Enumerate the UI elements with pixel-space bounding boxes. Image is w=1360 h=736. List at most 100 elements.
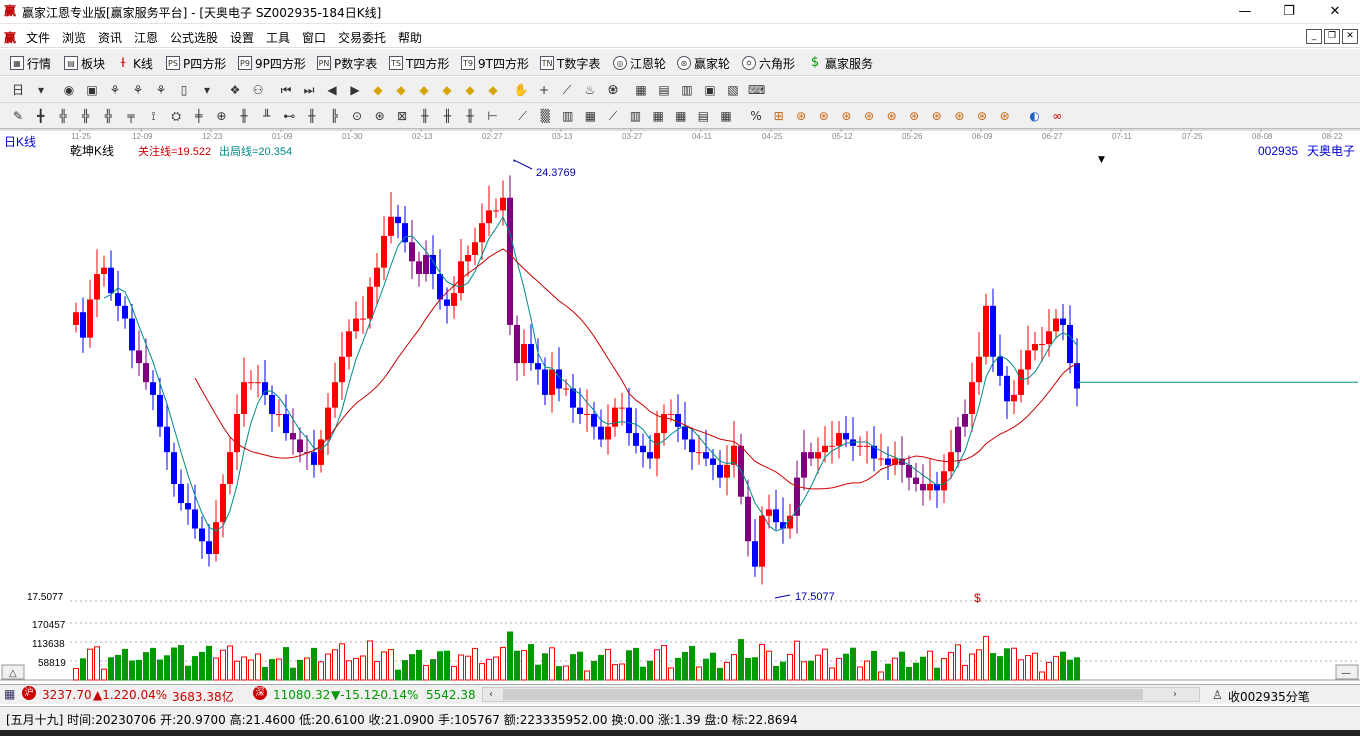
keyboard-icon[interactable]: ⌨ <box>748 82 765 98</box>
draw-tool-icon[interactable]: ⊛ <box>816 108 832 124</box>
draw-tool-icon[interactable]: % <box>748 108 764 124</box>
draw-tool-icon[interactable]: ╋ <box>33 108 49 124</box>
doc-icon[interactable]: ▣ <box>84 82 100 98</box>
kline-chart[interactable]: 11-25 12-09 12-23 01-09 01-30 02-13 02-27 03-13… <box>0 129 1360 682</box>
diamond-icon[interactable]: ◆ <box>370 82 386 98</box>
tick-detail-label[interactable]: 收002935分笔 <box>1228 688 1310 705</box>
chart-marker-icon[interactable]: ▼ <box>1098 155 1105 165</box>
gift-icon[interactable]: ♨ <box>582 82 598 98</box>
menu-news[interactable]: 资讯 <box>98 29 122 46</box>
toolbar-sector-button[interactable]: ▤ 板块 <box>64 54 105 72</box>
toolbar-pn-button[interactable]: PN P数字表 <box>317 54 377 72</box>
draw-tool-icon[interactable]: ⟋ <box>515 108 531 124</box>
dropdown-icon[interactable]: ▾ <box>199 82 215 98</box>
draw-tool-icon[interactable]: ⊛ <box>951 108 967 124</box>
draw-tool-icon[interactable]: ╬ <box>55 108 71 124</box>
draw-tool-icon[interactable]: ╤ <box>123 108 139 124</box>
table-icon[interactable]: ▥ <box>679 82 695 98</box>
draw-tool-icon[interactable]: ⊛ <box>906 108 922 124</box>
diamond-icon[interactable]: ◆ <box>393 82 409 98</box>
tool-icon[interactable]: ⚘ <box>130 82 146 98</box>
bar-icon[interactable]: ▯ <box>176 82 192 98</box>
draw-tool-icon[interactable]: ▥ <box>628 108 644 124</box>
draw-tool-icon[interactable]: ⊷ <box>281 108 297 124</box>
scroll-right-icon[interactable]: › <box>1167 688 1183 701</box>
draw-tool-icon[interactable]: ▦ <box>718 108 734 124</box>
diamond-icon[interactable]: ◆ <box>462 82 478 98</box>
toolbar-tn-button[interactable]: TN T数字表 <box>540 54 600 72</box>
hand-icon[interactable]: ✋ <box>513 82 529 98</box>
crosshair-icon[interactable]: + <box>536 82 552 98</box>
draw-tool-icon[interactable]: ╫ <box>439 108 455 124</box>
toolbar-ps-button[interactable]: PS P四方形 <box>166 54 226 72</box>
tool-icon[interactable]: ⚘ <box>107 82 123 98</box>
draw-tool-icon[interactable]: ⊙ <box>349 108 365 124</box>
draw-tool-icon[interactable]: ▒ <box>537 108 553 124</box>
draw-tool-icon[interactable]: ⊛ <box>793 108 809 124</box>
toolbar-kline-button[interactable]: ╫ K线 <box>116 54 153 72</box>
draw-tool-icon[interactable]: ▦ <box>650 108 666 124</box>
close-button[interactable]: ✕ <box>1320 2 1350 22</box>
draw-tool-icon[interactable]: ╫ <box>304 108 320 124</box>
draw-tool-icon[interactable]: ⊛ <box>372 108 388 124</box>
draw-tool-icon[interactable]: ╬ <box>78 108 94 124</box>
indicator-name[interactable]: 乾坤K线 <box>70 143 114 158</box>
draw-tool-icon[interactable]: ✎ <box>10 108 26 124</box>
diamond-icon[interactable]: ◆ <box>416 82 432 98</box>
first-icon[interactable]: ⏮ <box>278 82 294 98</box>
horizontal-scrollbar[interactable]: ‹ › <box>482 687 1200 702</box>
draw-tool-icon[interactable]: ╠ <box>326 108 342 124</box>
scrollbar-thumb[interactable] <box>503 689 1143 700</box>
cycle-icon[interactable]: ♼ <box>605 82 621 98</box>
menu-settings[interactable]: 设置 <box>230 29 254 46</box>
zoom-icon[interactable]: ◉ <box>61 82 77 98</box>
dropdown-icon[interactable]: ▾ <box>33 82 49 98</box>
prev-icon[interactable]: ◀ <box>324 82 340 98</box>
draw-tool-icon[interactable]: ▤ <box>695 108 711 124</box>
menu-browse[interactable]: 浏览 <box>62 29 86 46</box>
draw-tool-icon[interactable]: ⊛ <box>997 108 1013 124</box>
menu-file[interactable]: 文件 <box>26 29 50 46</box>
draw-tool-icon[interactable]: ⊕ <box>213 108 229 124</box>
draw-tool-icon[interactable]: ◐ <box>1027 108 1043 124</box>
toolbar-hexagon-button[interactable]: ✡ 六角形 <box>742 54 795 72</box>
draw-tool-icon[interactable]: ⊛ <box>861 108 877 124</box>
draw-tool-icon[interactable]: ⊞ <box>771 108 787 124</box>
calendar-icon[interactable]: ▦ <box>633 82 649 98</box>
scroll-left-icon[interactable]: ‹ <box>483 688 499 701</box>
draw-tool-icon[interactable]: ⟋ <box>605 108 621 124</box>
restore-button[interactable]: ❐ <box>1274 2 1304 22</box>
table-icon[interactable]: ▤ <box>656 82 672 98</box>
minimize-button[interactable]: — <box>1230 2 1260 22</box>
toolbar-winner-wheel-button[interactable]: ⊛ 赢家轮 <box>677 54 730 72</box>
diamond-icon[interactable]: ◆ <box>485 82 501 98</box>
draw-tool-icon[interactable]: ∞ <box>1049 108 1065 124</box>
draw-tool-icon[interactable]: ▥ <box>560 108 576 124</box>
draw-tool-icon[interactable]: ⛭ <box>168 108 184 124</box>
draw-tool-icon[interactable]: ⊛ <box>884 108 900 124</box>
draw-tool-icon[interactable]: ╫ <box>417 108 433 124</box>
period-label[interactable]: 日K线 <box>4 135 36 149</box>
draw-tool-icon[interactable]: ╬ <box>100 108 116 124</box>
menu-tools[interactable]: 工具 <box>266 29 290 46</box>
draw-tool-icon[interactable]: ╫ <box>462 108 478 124</box>
chart-area[interactable]: 11-25 12-09 12-23 01-09 01-30 02-13 02-27 03-13… <box>0 129 1360 682</box>
line-icon[interactable]: ⟋ <box>559 82 575 98</box>
draw-tool-icon[interactable]: ⊛ <box>974 108 990 124</box>
grid-icon[interactable]: ▦ <box>4 687 15 701</box>
diamond-icon[interactable]: ◆ <box>439 82 455 98</box>
menu-window[interactable]: 窗口 <box>302 29 326 46</box>
grid-icon[interactable]: ▣ <box>702 82 718 98</box>
draw-tool-icon[interactable]: ▦ <box>582 108 598 124</box>
toolbar-gann-wheel-button[interactable]: ◎ 江恩轮 <box>613 54 666 72</box>
period-icon[interactable]: 日 <box>10 82 26 98</box>
draw-tool-icon[interactable]: ⟟ <box>146 108 162 124</box>
menu-trade[interactable]: 交易委托 <box>338 29 386 46</box>
draw-tool-icon[interactable]: ⊢ <box>485 108 501 124</box>
save-icon[interactable]: ▧ <box>725 82 741 98</box>
draw-tool-icon[interactable]: ╪ <box>191 108 207 124</box>
menu-help[interactable]: 帮助 <box>398 29 422 46</box>
draw-tool-icon[interactable]: ⊛ <box>929 108 945 124</box>
draw-tool-icon[interactable]: ▦ <box>673 108 689 124</box>
draw-tool-icon[interactable]: ⊠ <box>394 108 410 124</box>
